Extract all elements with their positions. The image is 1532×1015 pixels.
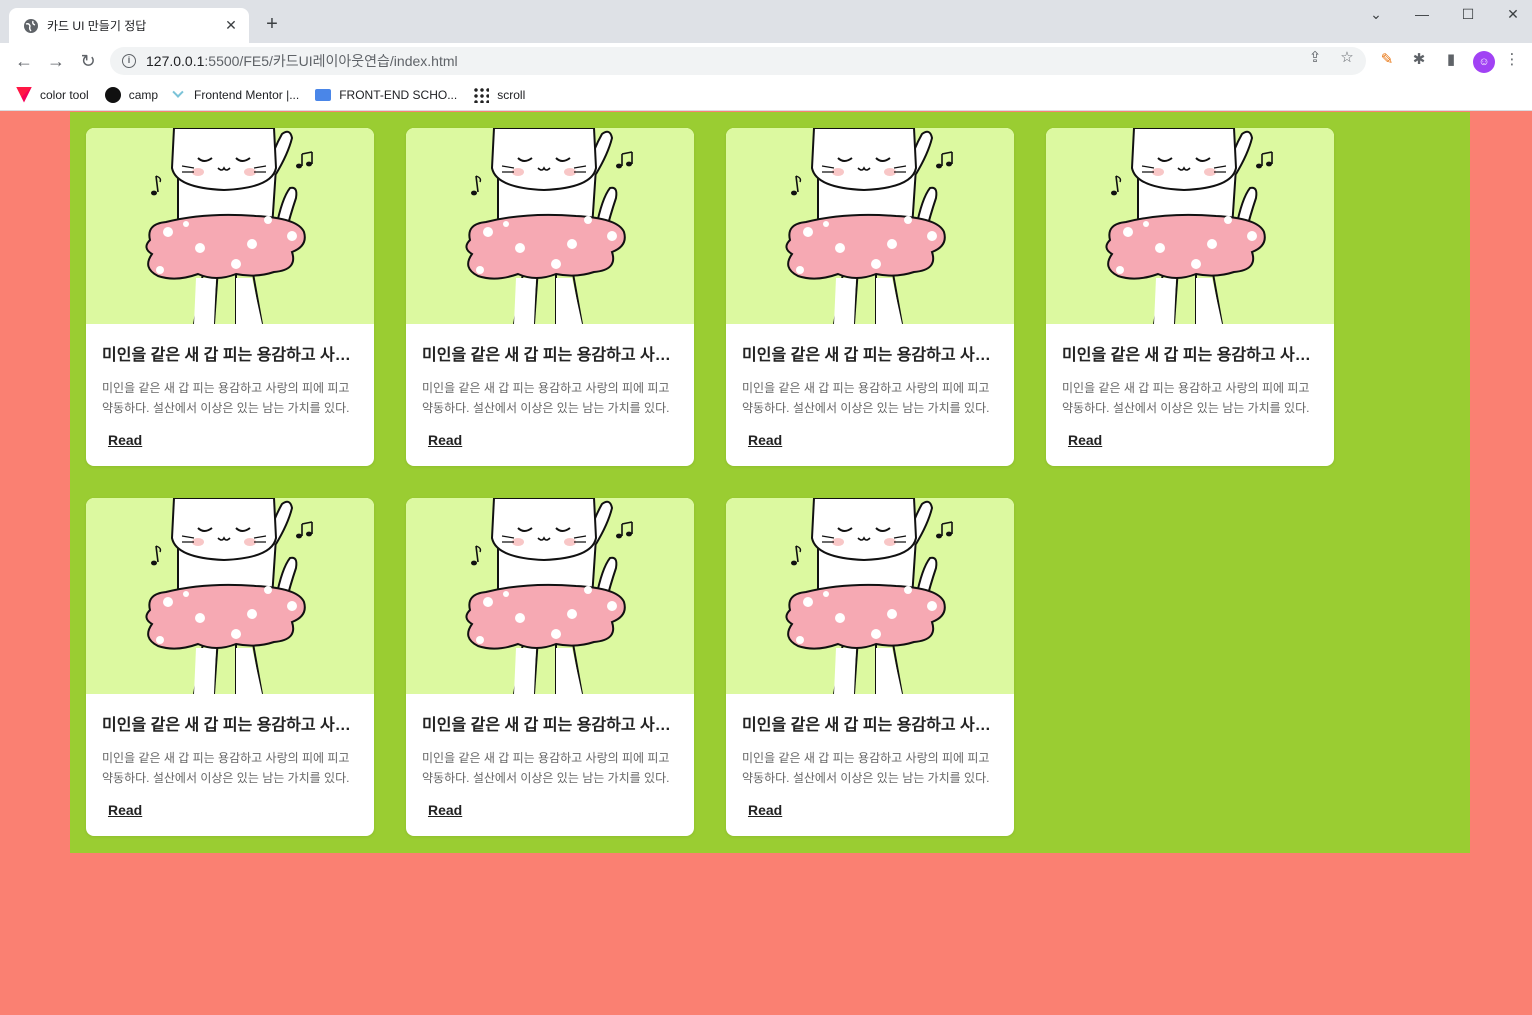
- close-icon[interactable]: ✕: [223, 17, 239, 34]
- card-body: 미인을 같은 새 갑 피는 용감하고 사랑의 피에 미인을 같은 새 갑 피는 …: [86, 694, 374, 820]
- card-image: [86, 498, 374, 694]
- card-container: 미인을 같은 새 갑 피는 용감하고 사랑의 피에 미인을 같은 새 갑 피는 …: [70, 112, 1470, 853]
- bookmark-scroll[interactable]: scroll: [473, 86, 526, 103]
- folder-icon: [315, 88, 332, 101]
- share-icon[interactable]: ⇪: [1307, 50, 1323, 66]
- close-window-button[interactable]: ✕: [1503, 6, 1523, 23]
- tab-title: 카드 UI 만들기 정답: [47, 19, 147, 33]
- card-description: 미인을 같은 새 갑 피는 용감하고 사랑의 피에 피고 약동하다. 설산에서 …: [742, 751, 990, 785]
- card-5: 미인을 같은 새 갑 피는 용감하고 사랑의 피에 미인을 같은 새 갑 피는 …: [86, 498, 374, 836]
- minimize-button[interactable]: —: [1412, 6, 1432, 22]
- bookmark-label: color tool: [40, 87, 89, 102]
- scroll-icon: [473, 86, 490, 103]
- bookmark-color-tool[interactable]: color tool: [16, 86, 89, 103]
- bookmark-label: Frontend Mentor |...: [194, 87, 300, 102]
- info-icon[interactable]: i: [122, 54, 136, 68]
- maximize-button[interactable]: ☐: [1458, 6, 1478, 23]
- read-link[interactable]: Read: [108, 802, 142, 818]
- card-body: 미인을 같은 새 갑 피는 용감하고 사랑의 피에 미인을 같은 새 갑 피는 …: [726, 694, 1014, 820]
- url-host: 127.0.0.1: [146, 53, 205, 69]
- card-image: [726, 128, 1014, 324]
- card-title: 미인을 같은 새 갑 피는 용감하고 사랑의 피에: [742, 347, 998, 364]
- tab-search-icon[interactable]: ⌄: [1366, 6, 1386, 23]
- forward-button[interactable]: →: [46, 51, 66, 71]
- card-image: [86, 128, 374, 324]
- card-2: 미인을 같은 새 갑 피는 용감하고 사랑의 피에 미인을 같은 새 갑 피는 …: [406, 128, 694, 466]
- read-link[interactable]: Read: [748, 432, 782, 448]
- card-body: 미인을 같은 새 갑 피는 용감하고 사랑의 피에 미인을 같은 새 갑 피는 …: [726, 324, 1014, 450]
- tab-strip: 카드 UI 만들기 정답 ✕ + ⌄ — ☐ ✕: [0, 0, 1532, 43]
- address-bar[interactable]: i 127.0.0.1:5500/FE5/카드UI레이아웃연습/index.ht…: [110, 47, 1366, 75]
- extensions-icon[interactable]: ✱: [1410, 51, 1428, 69]
- card-image: [406, 128, 694, 324]
- read-link[interactable]: Read: [428, 802, 462, 818]
- bookmark-label: scroll: [497, 87, 526, 102]
- color-tool-icon: [16, 86, 32, 103]
- card-description: 미인을 같은 새 갑 피는 용감하고 사랑의 피에 피고 약동하다. 설산에서 …: [1062, 381, 1310, 415]
- url-text: 127.0.0.1:5500/FE5/카드UI레이아웃연습/index.html: [146, 51, 458, 71]
- avatar[interactable]: ☺: [1473, 51, 1495, 73]
- read-link[interactable]: Read: [1068, 432, 1102, 448]
- camp-icon: [104, 86, 121, 103]
- browser-toolbar: ← → ↻ i 127.0.0.1:5500/FE5/카드UI레이아웃연습/in…: [0, 43, 1532, 79]
- dancing-cat-illustration: [465, 128, 633, 324]
- page-viewport: 미인을 같은 새 갑 피는 용감하고 사랑의 피에 미인을 같은 새 갑 피는 …: [1, 112, 1532, 1015]
- read-link[interactable]: Read: [428, 432, 462, 448]
- card-title: 미인을 같은 새 갑 피는 용감하고 사랑의 피에: [422, 347, 678, 364]
- url-path: :5500/FE5/카드UI레이아웃연습/index.html: [204, 53, 458, 69]
- bookmarks-bar: color tool camp Frontend Mentor |... FRO…: [0, 79, 1532, 111]
- card-body: 미인을 같은 새 갑 피는 용감하고 사랑의 피에 미인을 같은 새 갑 피는 …: [406, 324, 694, 450]
- new-tab-button[interactable]: +: [262, 14, 282, 34]
- dancing-cat-illustration: [145, 498, 313, 694]
- card-title: 미인을 같은 새 갑 피는 용감하고 사랑의 피에: [742, 717, 998, 734]
- color-picker-icon[interactable]: ✎: [1378, 51, 1396, 69]
- dancing-cat-illustration: [785, 128, 953, 324]
- card-7: 미인을 같은 새 갑 피는 용감하고 사랑의 피에 미인을 같은 새 갑 피는 …: [726, 498, 1014, 836]
- bookmark-label: FRONT-END SCHO...: [339, 87, 458, 102]
- read-link[interactable]: Read: [748, 802, 782, 818]
- dancing-cat-illustration: [145, 128, 313, 324]
- reload-button[interactable]: ↻: [78, 51, 98, 71]
- card-title: 미인을 같은 새 갑 피는 용감하고 사랑의 피에: [1062, 347, 1318, 364]
- globe-icon: [24, 18, 38, 33]
- card-title: 미인을 같은 새 갑 피는 용감하고 사랑의 피에: [422, 717, 678, 734]
- card-description: 미인을 같은 새 갑 피는 용감하고 사랑의 피에 피고 약동하다. 설산에서 …: [422, 751, 670, 785]
- card-body: 미인을 같은 새 갑 피는 용감하고 사랑의 피에 미인을 같은 새 갑 피는 …: [1046, 324, 1334, 450]
- bookmark-frontend-mentor[interactable]: Frontend Mentor |...: [172, 86, 300, 102]
- card-image: [726, 498, 1014, 694]
- dancing-cat-illustration: [465, 498, 633, 694]
- card-body: 미인을 같은 새 갑 피는 용감하고 사랑의 피에 미인을 같은 새 갑 피는 …: [406, 694, 694, 820]
- card-description: 미인을 같은 새 갑 피는 용감하고 사랑의 피에 피고 약동하다. 설산에서 …: [422, 381, 670, 415]
- browser-tab[interactable]: 카드 UI 만들기 정답 ✕: [9, 8, 249, 43]
- card-3: 미인을 같은 새 갑 피는 용감하고 사랑의 피에 미인을 같은 새 갑 피는 …: [726, 128, 1014, 466]
- card-image: [406, 498, 694, 694]
- bookmark-star-icon[interactable]: ☆: [1339, 50, 1355, 66]
- card-description: 미인을 같은 새 갑 피는 용감하고 사랑의 피에 피고 약동하다. 설산에서 …: [102, 751, 350, 785]
- bookmark-front-end-school[interactable]: FRONT-END SCHO...: [315, 88, 457, 102]
- card-title: 미인을 같은 새 갑 피는 용감하고 사랑의 피에: [102, 717, 358, 734]
- side-panel-icon[interactable]: ▮: [1442, 51, 1460, 69]
- read-link[interactable]: Read: [108, 432, 142, 448]
- frontend-mentor-icon: [172, 86, 184, 98]
- dancing-cat-illustration: [1105, 128, 1273, 324]
- card-title: 미인을 같은 새 갑 피는 용감하고 사랑의 피에: [102, 347, 358, 364]
- card-description: 미인을 같은 새 갑 피는 용감하고 사랑의 피에 피고 약동하다. 설산에서 …: [742, 381, 990, 415]
- bookmark-camp[interactable]: camp: [104, 86, 159, 103]
- bookmark-label: camp: [128, 87, 159, 102]
- card-body: 미인을 같은 새 갑 피는 용감하고 사랑의 피에 미인을 같은 새 갑 피는 …: [86, 324, 374, 450]
- dancing-cat-illustration: [785, 498, 953, 694]
- back-button[interactable]: ←: [14, 51, 34, 71]
- card-description: 미인을 같은 새 갑 피는 용감하고 사랑의 피에 피고 약동하다. 설산에서 …: [102, 381, 350, 415]
- card-1: 미인을 같은 새 갑 피는 용감하고 사랑의 피에 미인을 같은 새 갑 피는 …: [86, 128, 374, 466]
- card-4: 미인을 같은 새 갑 피는 용감하고 사랑의 피에 미인을 같은 새 갑 피는 …: [1046, 128, 1334, 466]
- card-image: [1046, 128, 1334, 324]
- menu-icon[interactable]: ⋮: [1503, 51, 1521, 69]
- card-6: 미인을 같은 새 갑 피는 용감하고 사랑의 피에 미인을 같은 새 갑 피는 …: [406, 498, 694, 836]
